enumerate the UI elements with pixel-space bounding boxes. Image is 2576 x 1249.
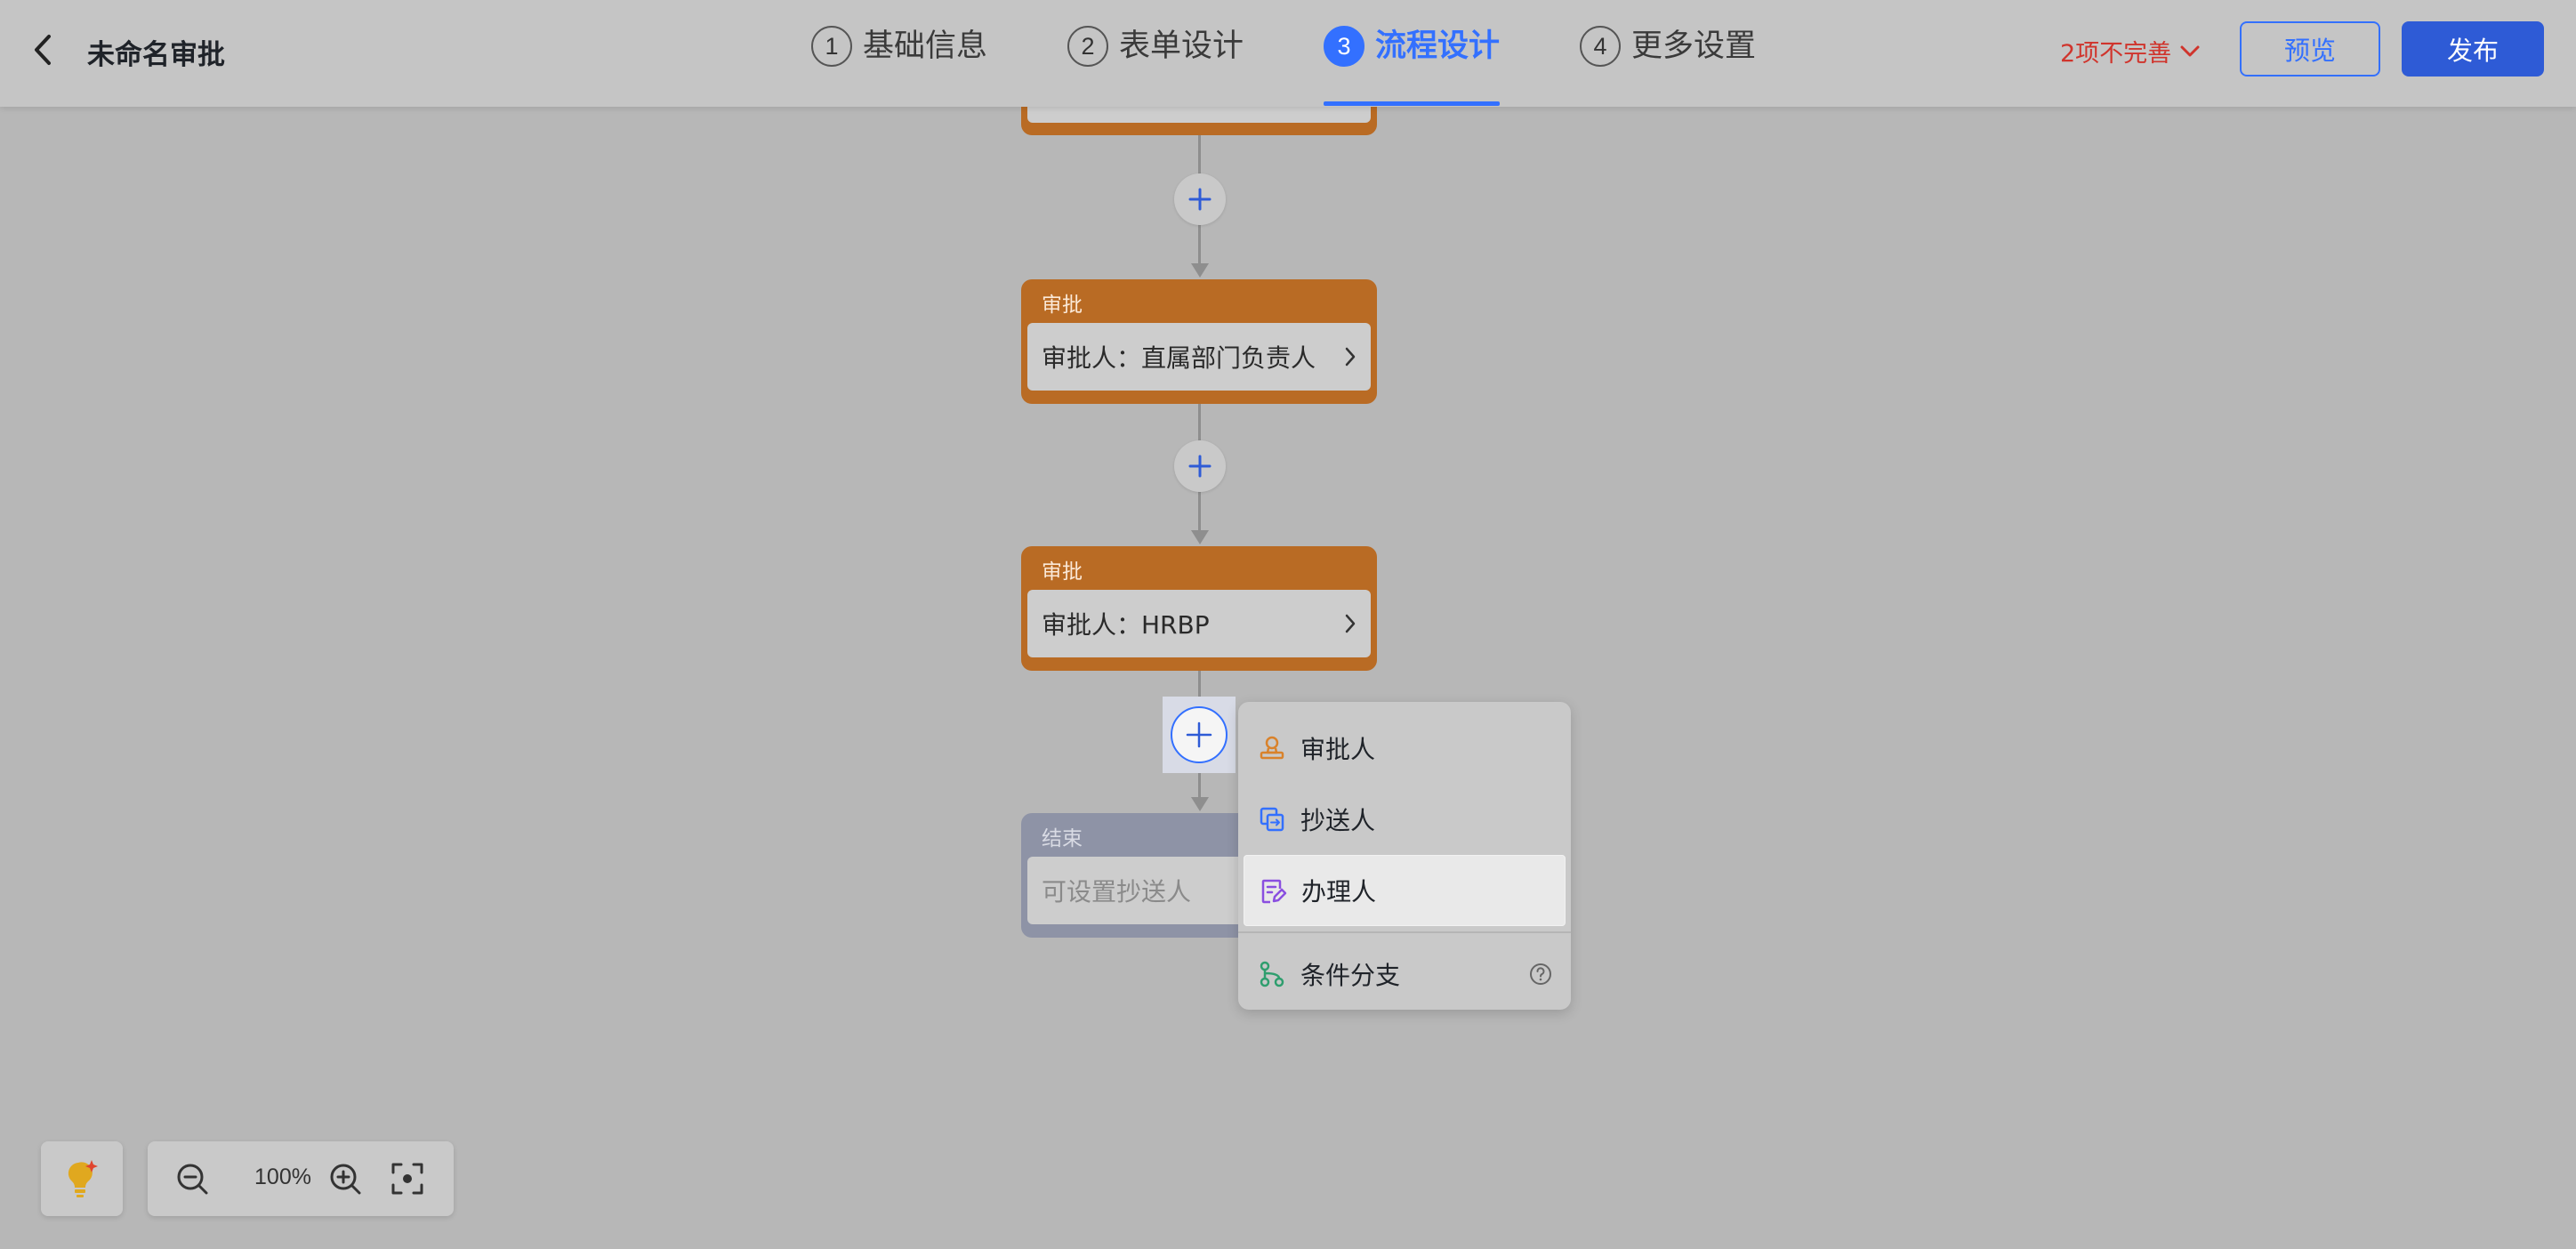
plus-icon bbox=[1188, 188, 1212, 211]
step-label: 流程设计 bbox=[1375, 28, 1501, 64]
publish-button[interactable]: 发布 bbox=[2402, 21, 2544, 77]
zoom-out-button[interactable] bbox=[173, 1159, 212, 1198]
handler-edit-icon bbox=[1261, 879, 1287, 904]
cc-copy-icon bbox=[1260, 807, 1284, 832]
menu-item-handler[interactable]: 办理人 bbox=[1244, 855, 1566, 926]
chevron-down-icon bbox=[2180, 45, 2200, 56]
step-number: 3 bbox=[1324, 26, 1364, 67]
zoom-in-icon bbox=[330, 1164, 361, 1195]
preview-button[interactable]: 预览 bbox=[2240, 21, 2380, 77]
add-node-button-active[interactable] bbox=[1163, 697, 1236, 773]
fit-to-screen-icon bbox=[391, 1163, 423, 1195]
menu-item-label: 抄送人 bbox=[1300, 806, 1376, 835]
approver-stamp-icon bbox=[1260, 736, 1284, 760]
step-number: 1 bbox=[811, 26, 852, 67]
question-circle-icon[interactable] bbox=[1528, 962, 1553, 987]
cc-placeholder-text: 可设置抄送人 bbox=[1042, 877, 1192, 907]
add-node-button[interactable] bbox=[1174, 173, 1226, 225]
approver-text: 审批人：直属部门负责人 bbox=[1042, 343, 1316, 373]
menu-item-approver[interactable]: 审批人 bbox=[1238, 713, 1571, 784]
add-node-button[interactable] bbox=[1174, 440, 1226, 492]
zoom-toolbar: 100% bbox=[148, 1141, 454, 1216]
approval-node[interactable]: 审批 审批人：直属部门负责人 bbox=[1021, 279, 1377, 404]
arrow-down-icon bbox=[1191, 530, 1209, 544]
step-number: 2 bbox=[1067, 26, 1108, 67]
zoom-level: 100% bbox=[254, 1164, 311, 1189]
add-node-button[interactable] bbox=[1171, 706, 1228, 763]
plus-icon bbox=[1188, 455, 1212, 478]
step-label: 基础信息 bbox=[863, 28, 988, 64]
chevron-left-icon bbox=[35, 35, 51, 65]
tab-process-design[interactable]: 3 流程设计 bbox=[1324, 23, 1501, 107]
plus-icon bbox=[1186, 721, 1212, 748]
page-title: 未命名审批 bbox=[87, 39, 225, 71]
node-type-label: 审批 bbox=[1042, 560, 1083, 584]
node-type-label: 审批 bbox=[1042, 294, 1083, 317]
menu-item-cc[interactable]: 抄送人 bbox=[1238, 784, 1571, 855]
menu-item-label: 条件分支 bbox=[1300, 961, 1401, 990]
menu-item-condition-branch[interactable]: 条件分支 bbox=[1238, 939, 1571, 1010]
lightbulb-icon bbox=[68, 1160, 98, 1197]
tips-button[interactable] bbox=[41, 1141, 123, 1216]
chevron-right-icon bbox=[1345, 347, 1356, 367]
tab-more-settings[interactable]: 4 更多设置 bbox=[1580, 23, 1756, 107]
approver-text: 审批人：HRBP bbox=[1042, 610, 1210, 640]
arrow-down-icon bbox=[1191, 263, 1209, 278]
flow-canvas[interactable]: 审批 审批人：直属部门负责人 审批 审批人：HRBP 结束 可设置抄送人 审批人… bbox=[0, 71, 2576, 1249]
node-content[interactable]: 审批人：HRBP bbox=[1027, 590, 1371, 657]
menu-divider bbox=[1238, 931, 1571, 933]
chevron-right-icon bbox=[1345, 614, 1356, 633]
fit-view-button[interactable] bbox=[388, 1159, 427, 1198]
incomplete-warning-dropdown[interactable]: 2项不完善 bbox=[2060, 34, 2200, 68]
step-label: 更多设置 bbox=[1631, 28, 1757, 64]
add-node-menu: 审批人 抄送人 办理人 条件分支 bbox=[1238, 702, 1571, 1010]
arrow-down-icon bbox=[1191, 797, 1209, 811]
top-bar: 未命名审批 1 基础信息 2 表单设计 3 流程设计 4 更多设置 2项不完善 … bbox=[0, 0, 2576, 107]
node-content[interactable]: 审批人：直属部门负责人 bbox=[1027, 323, 1371, 391]
back-button[interactable] bbox=[23, 28, 62, 71]
menu-item-label: 审批人 bbox=[1300, 735, 1376, 764]
condition-branch-icon bbox=[1260, 961, 1284, 987]
step-label: 表单设计 bbox=[1119, 28, 1244, 64]
menu-item-label: 办理人 bbox=[1301, 877, 1377, 907]
tab-basic-info[interactable]: 1 基础信息 bbox=[811, 23, 987, 107]
tab-form-design[interactable]: 2 表单设计 bbox=[1067, 23, 1244, 107]
zoom-out-icon bbox=[177, 1164, 208, 1195]
approval-node[interactable]: 审批 审批人：HRBP bbox=[1021, 546, 1377, 671]
step-number: 4 bbox=[1580, 26, 1621, 67]
zoom-in-button[interactable] bbox=[326, 1159, 365, 1198]
warning-text: 2项不完善 bbox=[2060, 40, 2172, 68]
